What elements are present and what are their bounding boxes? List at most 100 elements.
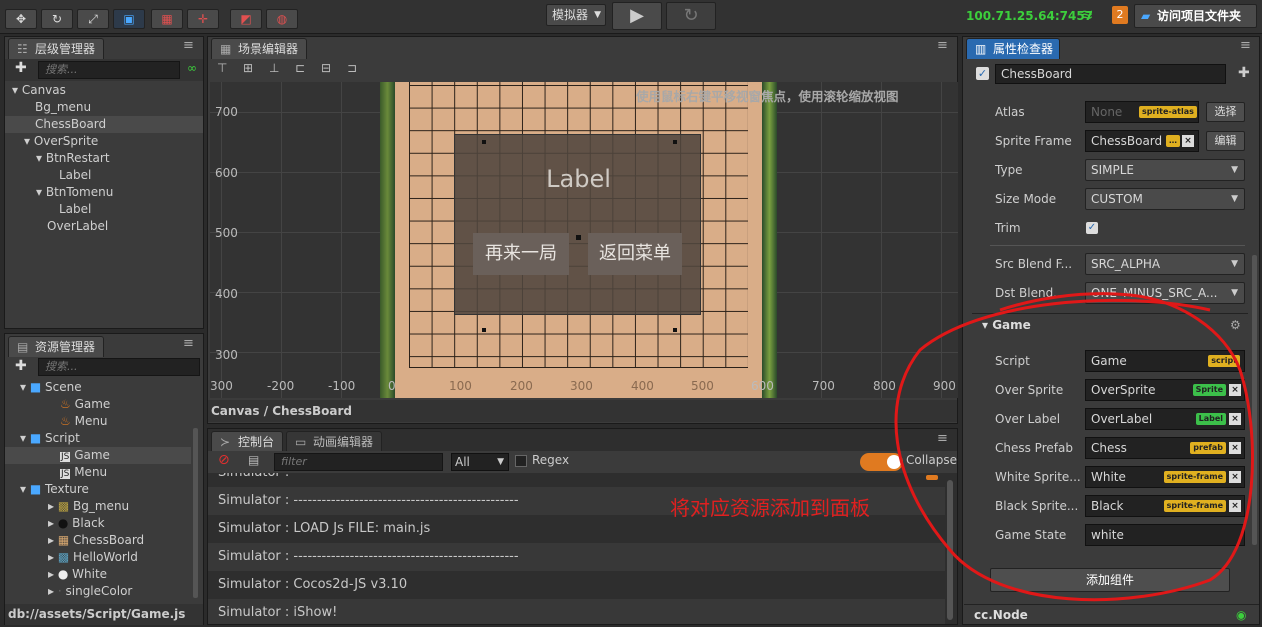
asset-singlecolor[interactable]: ▸ · singleColor	[48, 583, 132, 600]
simulator-select[interactable]: 模拟器 ▼	[546, 4, 606, 26]
local-coord-icon[interactable]: ◩	[230, 9, 262, 29]
play-button[interactable]: ▶	[612, 2, 662, 30]
assets-scrollbar[interactable]	[193, 428, 198, 598]
hierarchy-search-input[interactable]: 搜索...	[38, 61, 180, 79]
select-atlas-button[interactable]: 选择	[1206, 102, 1245, 122]
src-blend-label: Src Blend F...	[995, 257, 1073, 271]
resize-handle[interactable]	[673, 328, 677, 332]
tree-item-oversprite[interactable]: ▾ OverSprite	[24, 133, 98, 150]
terminal-icon: ≻	[220, 435, 231, 449]
type-select[interactable]: SIMPLE ▼	[1085, 159, 1245, 181]
tree-item-btntomenu[interactable]: ▾ BtnTomenu	[36, 184, 113, 201]
open-project-folder-button[interactable]: ▰ 访问项目文件夹	[1134, 4, 1257, 28]
tab-assets[interactable]: ▤ 资源管理器	[8, 336, 104, 357]
asset-bg-menu[interactable]: ▸ ▩ Bg_menu	[48, 498, 129, 515]
folder-script[interactable]: ▾ ■ Script	[20, 430, 80, 447]
scene-viewport[interactable]: Label 再来一局 返回菜单 使用鼠标右键平移视窗焦点，使用滚轮缩放视图	[210, 82, 958, 398]
tab-animation[interactable]: ▭ 动画编辑器	[286, 431, 382, 452]
restart-button[interactable]: 再来一局	[473, 233, 569, 275]
scene-icon: ▦	[220, 42, 232, 56]
folder-texture[interactable]: ▾ ■ Texture	[20, 481, 89, 498]
trim-checkbox[interactable]: ✓	[1086, 222, 1098, 234]
tab-inspector[interactable]: ▥ 属性检查器	[966, 38, 1060, 59]
tree-item-chessboard[interactable]: ChessBoard	[35, 116, 106, 133]
annotation-circle	[894, 292, 1254, 602]
add-icon[interactable]: ✚	[15, 358, 27, 374]
asset-script-menu[interactable]: JS Menu	[60, 464, 107, 481]
back-to-menu-button[interactable]: 返回菜单	[588, 233, 682, 275]
global-coord-icon[interactable]: ◍	[266, 9, 298, 29]
link-icon[interactable]: ∞	[187, 61, 197, 75]
asset-scene-menu[interactable]: ♨ Menu	[60, 413, 108, 430]
align-vcenter-icon[interactable]: ⊞	[243, 61, 253, 75]
log-level-select[interactable]: All ▼	[451, 453, 509, 471]
add-icon[interactable]: ✚	[15, 60, 27, 76]
refresh-icon: ↻	[683, 5, 699, 26]
folder-scene[interactable]: ▾ ■ Scene	[20, 379, 82, 396]
refresh-button[interactable]: ↻	[666, 2, 716, 30]
move-tool-icon[interactable]: ✥	[5, 9, 37, 29]
menu-icon[interactable]: ≡	[183, 38, 194, 53]
rect-tool-icon[interactable]: ▣	[113, 9, 145, 29]
clear-icon[interactable]: ⊘	[218, 452, 230, 468]
center-pivot-icon[interactable]: ✛	[187, 9, 219, 29]
align-hcenter-icon[interactable]: ⊟	[321, 61, 331, 75]
menu-icon[interactable]: ≡	[937, 38, 948, 53]
rotate-tool-icon[interactable]: ↻	[41, 9, 73, 29]
x-axis-label: 500	[691, 379, 714, 393]
menu-icon[interactable]: ≡	[1240, 38, 1251, 53]
chevron-down-icon: ▼	[1231, 194, 1238, 204]
resize-handle[interactable]	[673, 140, 677, 144]
scene-hint: 使用鼠标右键平移视窗焦点，使用滚轮缩放视图	[636, 89, 899, 104]
tab-hierarchy[interactable]: ☷ 层级管理器	[8, 38, 104, 59]
asset-scene-game[interactable]: ♨ Game	[60, 396, 110, 413]
log-line: Simulator : ----------------------------…	[208, 543, 945, 571]
align-top-icon[interactable]: ⊤	[217, 61, 227, 75]
tab-scene[interactable]: ▦ 场景编辑器	[211, 38, 307, 59]
asset-path-status: db://assets/Script/Game.js	[5, 604, 203, 625]
tree-item-btnrestart[interactable]: ▾ BtnRestart	[36, 150, 110, 167]
regex-label: Regex	[532, 453, 570, 467]
scale-tool-icon[interactable]: ⤢	[77, 9, 109, 29]
tree-item-label[interactable]: Label	[59, 167, 91, 184]
tree-item-bg-menu[interactable]: Bg_menu	[35, 99, 91, 116]
over-sprite[interactable]: Label 再来一局 返回菜单	[454, 134, 701, 332]
open-log-icon[interactable]: ▤	[248, 453, 259, 467]
clear-icon[interactable]: ×	[1182, 135, 1194, 147]
tree-item-label[interactable]: Label	[59, 201, 91, 218]
regex-checkbox[interactable]	[515, 455, 527, 467]
notification-badge[interactable]: 2	[1112, 6, 1128, 24]
atlas-value: None	[1091, 105, 1123, 119]
asset-black[interactable]: ▸ ● Black	[48, 515, 105, 532]
menu-icon[interactable]: ≡	[183, 336, 194, 351]
wifi-icon: ≋	[1080, 5, 1094, 24]
sprite-frame-field[interactable]: ChessBoard… ×	[1085, 130, 1199, 152]
top-toolbar: ✥ ↻ ⤢ ▣ ▦ ✛ ◩ ◍ 模拟器 ▼ ▶ ↻ 100.71.25.64:74…	[0, 0, 1262, 34]
y-axis-label: 500	[215, 226, 238, 240]
game-over-label: Label	[546, 165, 611, 193]
tab-console[interactable]: ≻ 控制台	[211, 431, 283, 452]
asset-script-game[interactable]: JS Game	[60, 447, 110, 464]
align-left-icon[interactable]: ⊏	[295, 61, 305, 75]
local-pivot-icon[interactable]: ▦	[151, 9, 183, 29]
edit-sprite-button[interactable]: 编辑	[1206, 131, 1245, 151]
size-mode-select[interactable]: CUSTOM ▼	[1085, 188, 1245, 210]
atlas-field[interactable]: None sprite-atlas	[1085, 101, 1199, 123]
bg-right-strip	[762, 82, 777, 398]
add-icon[interactable]: ✚	[1238, 65, 1250, 81]
asset-helloworld[interactable]: ▸ ▩ HelloWorld	[48, 549, 138, 566]
asset-chessboard[interactable]: ▸ ▦ ChessBoard	[48, 532, 144, 549]
assets-search-input[interactable]: 搜索...	[38, 358, 200, 376]
asset-white[interactable]: ▸ ● White	[48, 566, 107, 583]
tree-item-overlabel[interactable]: OverLabel	[47, 218, 108, 235]
console-filter-input[interactable]: filter	[274, 453, 443, 471]
src-blend-select[interactable]: SRC_ALPHA ▼	[1085, 253, 1245, 275]
resize-handle[interactable]	[482, 328, 486, 332]
anchor-point[interactable]	[576, 235, 581, 240]
resize-handle[interactable]	[482, 140, 486, 144]
align-bottom-icon[interactable]: ⊥	[269, 61, 279, 75]
node-name-input[interactable]: ChessBoard	[995, 64, 1226, 84]
tree-item-canvas[interactable]: ▾ Canvas	[12, 82, 66, 99]
align-right-icon[interactable]: ⊐	[347, 61, 357, 75]
node-active-checkbox[interactable]: ✓	[976, 67, 989, 80]
